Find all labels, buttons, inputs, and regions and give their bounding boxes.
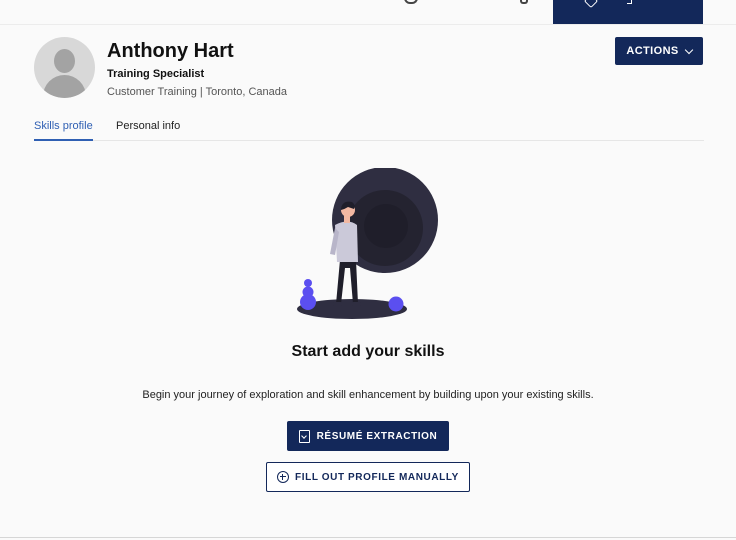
resume-extraction-label: RÉSUMÉ EXTRACTION xyxy=(316,430,438,442)
profile-tabs: Skills profile Personal info xyxy=(34,118,704,141)
empty-state-heading: Start add your skills xyxy=(291,343,445,360)
header-icon[interactable] xyxy=(404,0,418,4)
header-glyph-icon xyxy=(583,0,599,9)
avatar-shoulders xyxy=(43,75,86,98)
bottom-divider xyxy=(0,537,736,538)
top-header xyxy=(0,0,736,25)
header-glyph-icon xyxy=(627,0,632,4)
plus-circle-icon xyxy=(277,471,290,483)
profile-header: Anthony Hart Training Specialist Custome… xyxy=(34,37,704,101)
ball xyxy=(388,296,404,312)
person-meta: Customer Training | Toronto, Canada xyxy=(107,86,287,98)
fill-out-profile-label: FILL OUT PROFILE MANUALLY xyxy=(295,471,459,483)
fill-out-profile-button[interactable]: FILL OUT PROFILE MANUALLY xyxy=(266,462,470,492)
actions-button[interactable]: ACTIONS xyxy=(615,37,703,65)
header-icon[interactable] xyxy=(520,0,528,4)
avatar-head xyxy=(54,49,75,73)
tab-personal-info[interactable]: Personal info xyxy=(116,118,180,139)
blob xyxy=(302,286,314,298)
blob xyxy=(304,279,312,287)
actions-label: ACTIONS xyxy=(626,45,679,57)
person-name: Anthony Hart xyxy=(107,40,234,62)
avatar xyxy=(34,37,95,98)
header-user-menu[interactable] xyxy=(553,0,703,24)
resume-extraction-button[interactable]: RÉSUMÉ EXTRACTION xyxy=(287,421,449,451)
portal-core xyxy=(364,204,408,248)
empty-state-description: Begin your journey of exploration and sk… xyxy=(142,389,594,401)
person-title: Training Specialist xyxy=(107,68,205,80)
chevron-down-icon xyxy=(684,45,693,54)
tab-skills-profile[interactable]: Skills profile xyxy=(34,118,93,141)
document-download-icon xyxy=(298,429,310,443)
empty-state-illustration xyxy=(297,168,438,319)
